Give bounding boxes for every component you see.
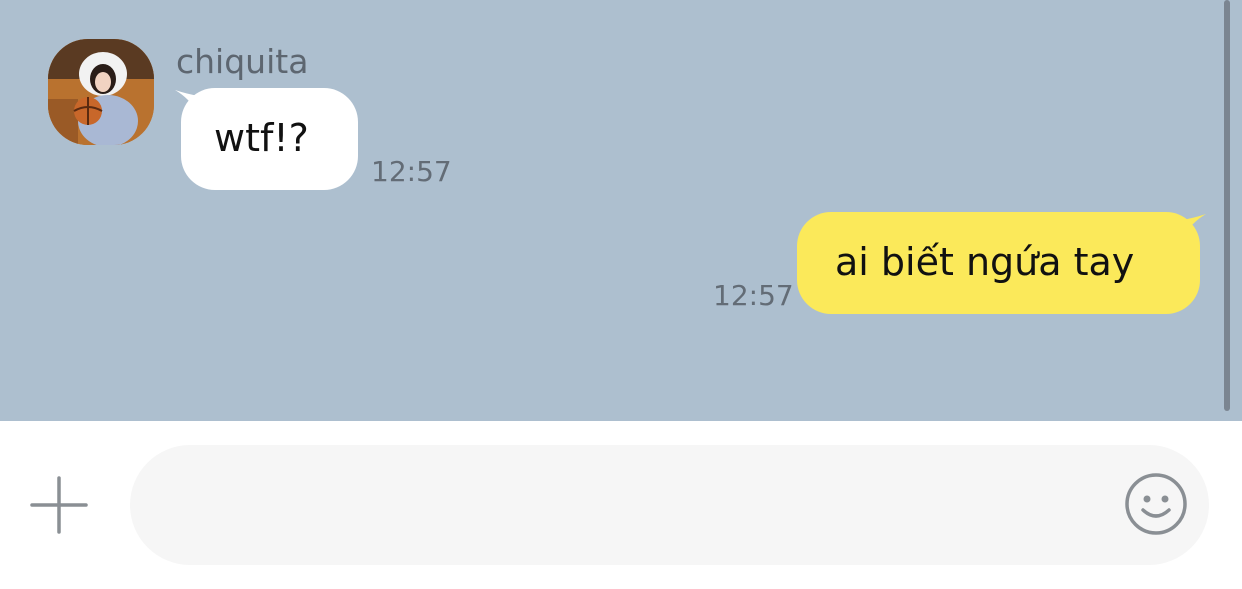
plus-icon [30, 476, 88, 534]
message-text: ai biết ngứa tay [835, 240, 1135, 284]
avatar[interactable] [48, 39, 154, 145]
message-timestamp: 12:57 [713, 279, 794, 312]
attach-button[interactable] [28, 474, 90, 536]
chat-area: chiquita wtf!? 12:57 ai biết ngứa tay 12… [0, 0, 1242, 421]
outgoing-message-bubble[interactable]: ai biết ngứa tay [797, 212, 1200, 314]
incoming-message-bubble[interactable]: wtf!? [181, 88, 358, 190]
avatar-image [48, 39, 154, 145]
sender-name: chiquita [176, 42, 309, 81]
smiley-icon [1125, 473, 1187, 535]
message-text: wtf!? [214, 116, 309, 160]
scrollbar[interactable] [1224, 0, 1230, 411]
message-input[interactable] [130, 445, 1209, 565]
message-timestamp: 12:57 [371, 155, 452, 188]
emoji-button[interactable] [1124, 472, 1188, 536]
